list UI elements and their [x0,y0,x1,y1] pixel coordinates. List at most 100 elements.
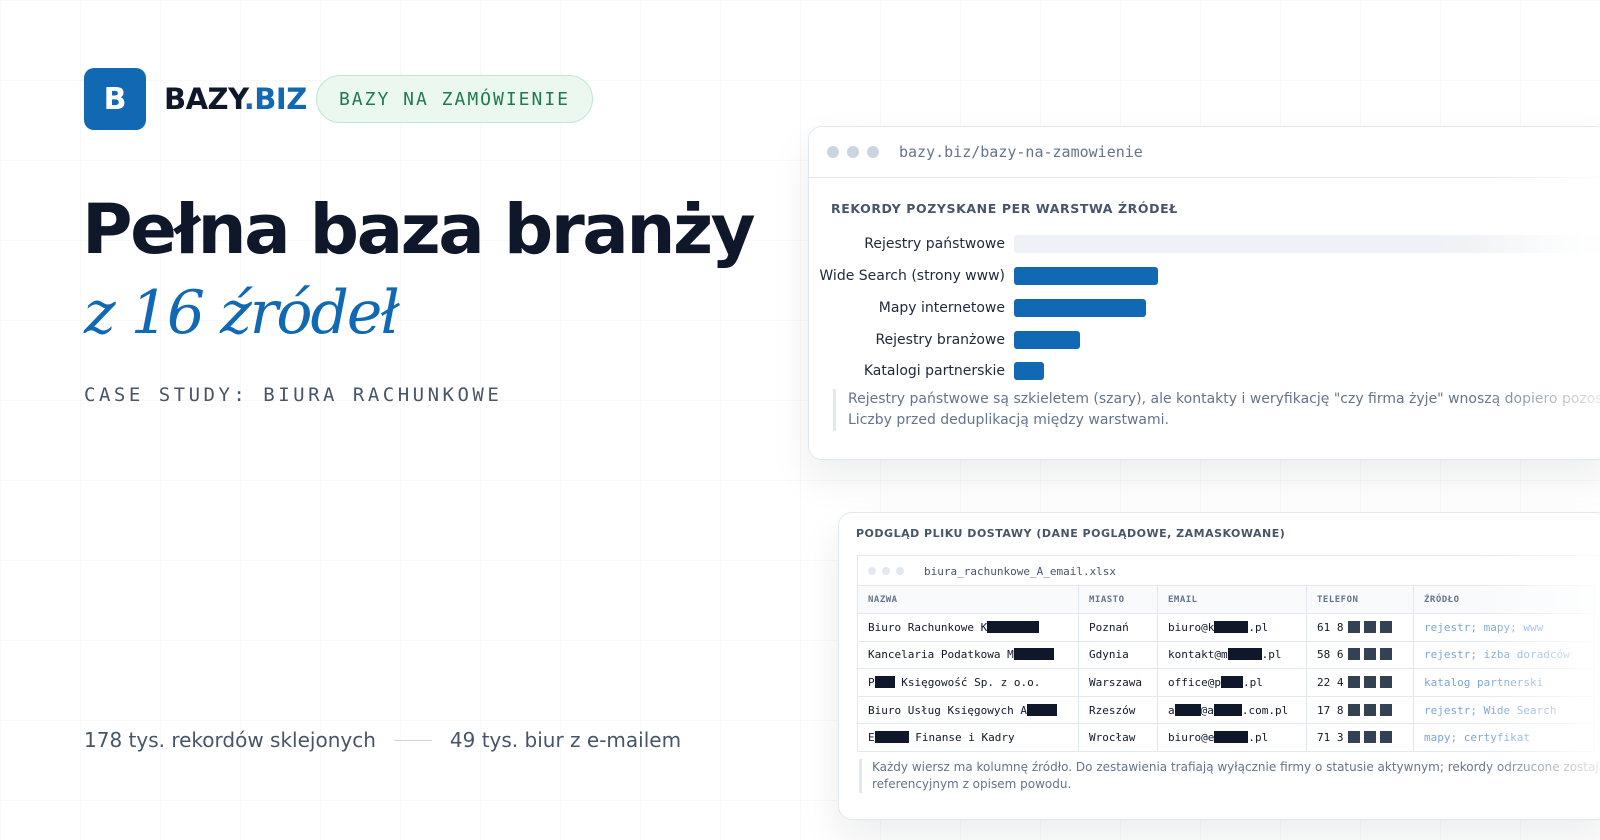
cell-phone: 22 4 [1306,668,1414,697]
cell-source-text: rejestr; izba doradców [1424,648,1570,662]
cell-source: rejestr; Wide Search [1413,695,1595,725]
redaction-mask [1379,731,1392,744]
chart-note-line: Rejestry państwowe są szkieletem (szary)… [848,391,1600,407]
stat-records: 178 tys. rekordów sklejonych [84,728,376,752]
redaction-mask [1379,648,1392,661]
cell-name-text: Biuro Rachunkowe K [868,620,988,634]
redaction-mask [1363,731,1376,744]
table-row[interactable]: E Finanse i Kadry Wrocław biuro@e .pl 71 3 ma… [857,723,1595,752]
bar [1014,362,1044,380]
column-header-name[interactable]: NAZWA [857,585,1079,614]
page-subtitle: z 16 źródeł [84,278,400,348]
data-table: NAZWA MIASTO EMAIL TELEFON ŹRÓDŁO Biuro … [857,585,1595,752]
cell-name-text: Biuro Usług Księgowych A [868,703,1027,717]
redaction-mask [987,620,1040,633]
cell-phone-text: 17 8 [1317,703,1344,717]
chart-note-line: Liczby przed deduplikacją między warstwa… [848,412,1169,428]
redaction-mask [1013,648,1054,661]
cell-email: biuro@e .pl [1157,723,1307,752]
redaction-mask [1174,703,1201,716]
cell-email-text: biuro@e [1168,731,1215,745]
case-study-label: CASE STUDY: BIURA RACHUNKOWE [84,384,503,406]
cell-email-text: a [1168,703,1175,717]
stats-divider [393,739,432,741]
column-header-email[interactable]: EMAIL [1157,585,1307,614]
redaction-mask [1214,620,1249,633]
table-row[interactable]: Biuro Rachunkowe K Poznań biuro@k .pl 61 8 re… [857,613,1595,642]
window-dot-icon[interactable] [867,146,879,158]
cell-email-text: .com.pl [1241,703,1289,717]
file-toolbar: biura_rachunkowe_A_email.xlsx [857,555,1600,586]
file-name[interactable]: biura_rachunkowe_A_email.xlsx [924,565,1116,578]
window-dot-icon[interactable] [896,567,904,575]
cell-email-text: .pl [1248,620,1269,634]
cell-city-text: Rzeszów [1089,703,1136,717]
cell-phone-text: 61 8 [1317,620,1344,634]
redaction-mask [1347,620,1360,633]
cell-email: biuro@k .pl [1157,613,1307,642]
cell-city-text: Poznań [1089,620,1129,634]
cell-name-text: Finanse i Kadry [908,731,1015,745]
redaction-mask [1347,731,1360,744]
window-dot-icon[interactable] [827,146,839,158]
bar-row: Wide Search (strony www) [809,265,1600,287]
cell-city-text: Warszawa [1089,675,1142,689]
redaction-mask [1363,620,1376,633]
window-dot-icon[interactable] [847,146,859,158]
table-row[interactable]: P Księgowość Sp. z o.o. Warszawa office@p.… [857,668,1595,697]
redaction-mask [1026,703,1057,716]
bar-label: Rejestry państwowe [864,236,1005,252]
preview-note: Każdy wiersz ma kolumnę źródło. Do zesta… [859,759,1600,793]
chart-note: Rejestry państwowe są szkieletem (szary)… [833,389,1600,431]
window-controls [827,146,879,158]
column-header-city[interactable]: MIASTO [1078,585,1158,614]
logo-icon: B [84,68,146,130]
redaction-mask [1347,675,1360,688]
redaction-mask [874,675,895,688]
bar [1014,299,1146,317]
redaction-mask [1347,703,1360,716]
cell-city: Poznań [1078,613,1158,642]
address-bar[interactable]: bazy.biz/bazy-na-zamowienie [899,143,1143,161]
cell-name: P Księgowość Sp. z o.o. [857,668,1079,697]
cell-phone-text: 22 4 [1317,675,1344,689]
cell-source: katalog partnerski [1413,668,1595,697]
redaction-mask [1220,675,1243,688]
column-header-source[interactable]: ŹRÓDŁO [1413,585,1595,614]
redaction-mask [1379,675,1392,688]
bar-track [1014,331,1600,349]
cell-source-text: rejestr; Wide Search [1424,703,1557,717]
cell-name-text: Kancelaria Podatkowa M [868,648,1014,662]
table-row[interactable]: Biuro Usług Księgowych A Rzeszów a @a .com.p… [857,695,1595,725]
stat-emails: 49 tys. biur z e-mailem [449,728,682,752]
bar [1014,235,1600,253]
bar-label: Wide Search (strony www) [819,268,1005,284]
column-header-phone[interactable]: TELEFON [1306,585,1414,614]
browser-window: bazy.biz/bazy-na-zamowienie REKORDY POZY… [808,126,1600,460]
cell-city: Rzeszów [1078,695,1158,725]
window-dot-icon[interactable] [882,567,890,575]
bar-track [1014,267,1600,285]
cell-email-text: .pl [1242,675,1263,689]
cell-source: rejestr; izba doradców [1413,640,1595,670]
stats-row: 178 tys. rekordów sklejonych 49 tys. biu… [84,728,681,752]
window-controls [868,567,904,575]
bar-label: Katalogi partnerskie [863,363,1005,379]
table-row[interactable]: Kancelaria Podatkowa M Gdynia kontakt@m .pl… [857,640,1595,670]
cell-phone-text: 71 3 [1317,731,1344,745]
window-dot-icon[interactable] [868,567,876,575]
redaction-mask [1379,703,1392,716]
bar [1014,331,1080,349]
chart-title: REKORDY POZYSKANE PER WARSTWA ŹRÓDEŁ [831,201,1178,216]
redaction-mask [1227,648,1262,661]
category-badge[interactable]: BAZY NA ZAMÓWIENIE [316,75,593,123]
cell-name: E Finanse i Kadry [857,723,1079,752]
bar [1014,267,1158,285]
page-title: Pełna baza branży [82,190,756,270]
brand-name[interactable]: BAZY.BIZ [164,82,307,116]
cell-name-text: Księgowość Sp. z o.o. [894,675,1041,689]
redaction-mask [1347,648,1360,661]
cell-phone: 71 3 [1306,723,1414,752]
cell-name-text: E [868,731,875,745]
cell-phone-text: 58 6 [1317,648,1344,662]
